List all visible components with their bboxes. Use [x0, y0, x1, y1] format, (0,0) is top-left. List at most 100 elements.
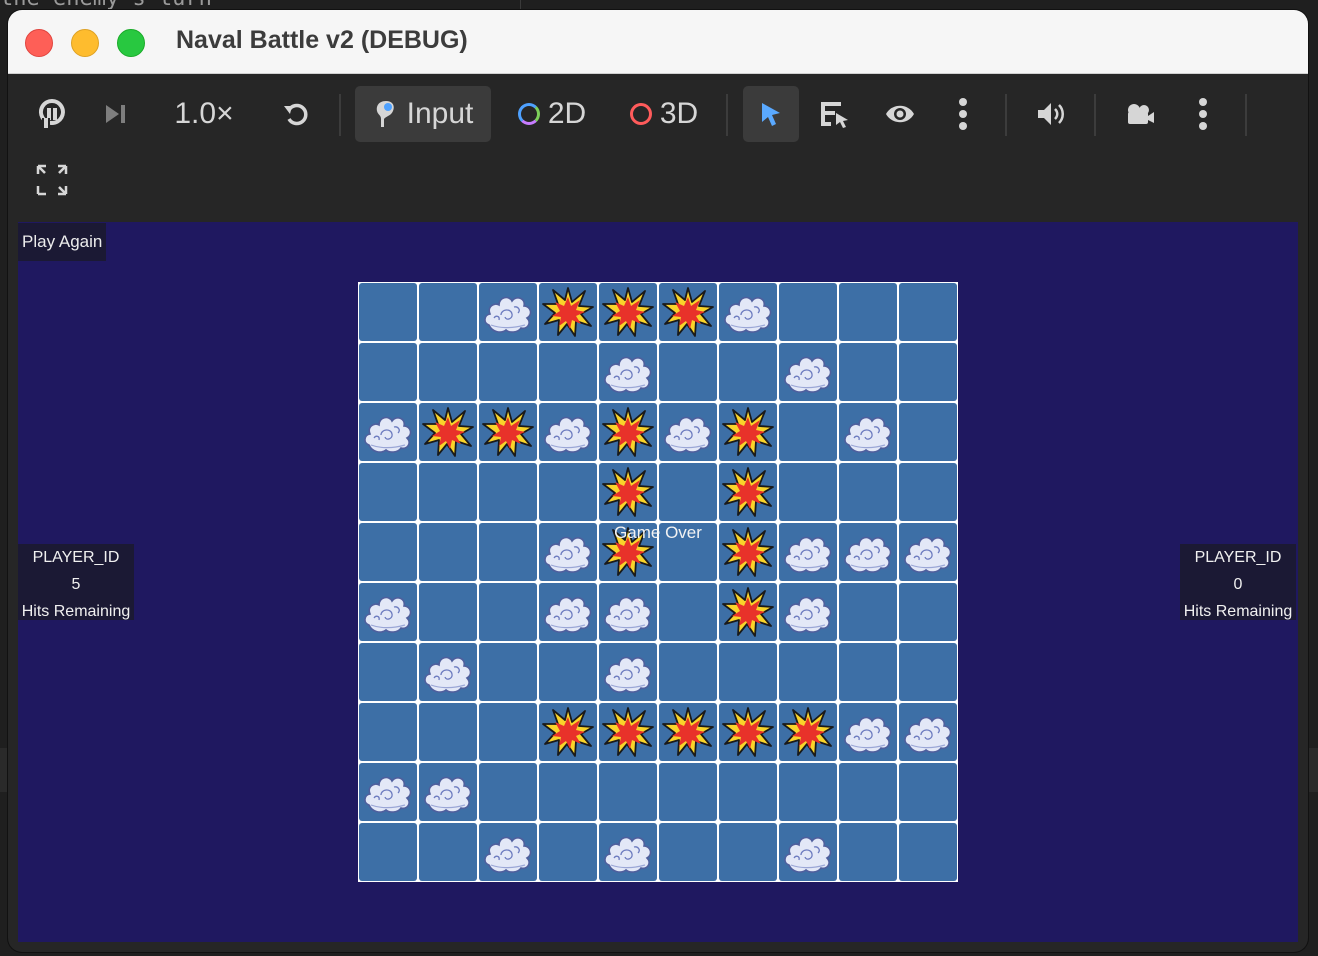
board-cell-r5-c1[interactable]	[419, 583, 477, 641]
board-cell-r2-c9[interactable]	[899, 403, 957, 461]
board-cell-r1-c5[interactable]	[659, 343, 717, 401]
board-cell-r6-c9[interactable]	[899, 643, 957, 701]
board-cell-r8-c7[interactable]	[779, 763, 837, 821]
board-cell-r4-c3[interactable]	[539, 523, 597, 581]
board-cell-r1-c3[interactable]	[539, 343, 597, 401]
board-cell-r2-c8[interactable]	[839, 403, 897, 461]
board-cell-r3-c1[interactable]	[419, 463, 477, 521]
board-cell-r1-c7[interactable]	[779, 343, 837, 401]
board-cell-r2-c3[interactable]	[539, 403, 597, 461]
board-cell-r7-c6[interactable]	[719, 703, 777, 761]
board-cell-r4-c0[interactable]	[359, 523, 417, 581]
board-cell-r8-c3[interactable]	[539, 763, 597, 821]
board-cell-r3-c7[interactable]	[779, 463, 837, 521]
board-cell-r8-c5[interactable]	[659, 763, 717, 821]
board-cell-r4-c6[interactable]	[719, 523, 777, 581]
board-cell-r5-c6[interactable]	[719, 583, 777, 641]
board-cell-r5-c5[interactable]	[659, 583, 717, 641]
board-cell-r6-c2[interactable]	[479, 643, 537, 701]
maximize-window-button[interactable]	[117, 29, 145, 57]
board-cell-r3-c6[interactable]	[719, 463, 777, 521]
board-cell-r4-c5[interactable]	[659, 523, 717, 581]
board-cell-r0-c9[interactable]	[899, 283, 957, 341]
board-cell-r7-c8[interactable]	[839, 703, 897, 761]
board-cell-r2-c6[interactable]	[719, 403, 777, 461]
board-cell-r2-c7[interactable]	[779, 403, 837, 461]
board-cell-r5-c4[interactable]	[599, 583, 657, 641]
board-cell-r2-c5[interactable]	[659, 403, 717, 461]
board-cell-r0-c7[interactable]	[779, 283, 837, 341]
board-cell-r0-c2[interactable]	[479, 283, 537, 341]
board-cell-r8-c2[interactable]	[479, 763, 537, 821]
board-cell-r8-c6[interactable]	[719, 763, 777, 821]
board-cell-r2-c2[interactable]	[479, 403, 537, 461]
board-cell-r6-c4[interactable]	[599, 643, 657, 701]
input-mode-button[interactable]: Input	[355, 86, 491, 142]
mute-audio-button[interactable]	[1028, 86, 1076, 142]
board-cell-r3-c5[interactable]	[659, 463, 717, 521]
board-cell-r6-c6[interactable]	[719, 643, 777, 701]
board-cell-r6-c5[interactable]	[659, 643, 717, 701]
list-select-button[interactable]	[813, 86, 857, 142]
minimize-window-button[interactable]	[71, 29, 99, 57]
board-cell-r1-c1[interactable]	[419, 343, 477, 401]
board-cell-r7-c7[interactable]	[779, 703, 837, 761]
board-cell-r2-c1[interactable]	[419, 403, 477, 461]
board-cell-r1-c6[interactable]	[719, 343, 777, 401]
board-cell-r3-c9[interactable]	[899, 463, 957, 521]
board-cell-r0-c0[interactable]	[359, 283, 417, 341]
board-cell-r6-c0[interactable]	[359, 643, 417, 701]
more-options-button[interactable]	[946, 86, 980, 142]
board-cell-r4-c2[interactable]	[479, 523, 537, 581]
board-cell-r9-c6[interactable]	[719, 823, 777, 881]
board-cell-r8-c0[interactable]	[359, 763, 417, 821]
board-cell-r8-c4[interactable]	[599, 763, 657, 821]
time-scale-button[interactable]: 1.0×	[168, 86, 240, 142]
board-cell-r4-c1[interactable]	[419, 523, 477, 581]
board-cell-r7-c5[interactable]	[659, 703, 717, 761]
board-cell-r7-c0[interactable]	[359, 703, 417, 761]
reset-speed-button[interactable]	[274, 86, 318, 142]
board-cell-r7-c3[interactable]	[539, 703, 597, 761]
board-cell-r1-c9[interactable]	[899, 343, 957, 401]
board-cell-r7-c4[interactable]	[599, 703, 657, 761]
board-cell-r6-c8[interactable]	[839, 643, 897, 701]
board-cell-r1-c4[interactable]	[599, 343, 657, 401]
board-cell-r2-c4[interactable]	[599, 403, 657, 461]
pause-game-button[interactable]	[30, 86, 74, 142]
board-cell-r9-c1[interactable]	[419, 823, 477, 881]
mode-2d-button[interactable]: 2D	[508, 86, 596, 142]
board-cell-r0-c8[interactable]	[839, 283, 897, 341]
board-cell-r8-c9[interactable]	[899, 763, 957, 821]
board-cell-r9-c0[interactable]	[359, 823, 417, 881]
close-window-button[interactable]	[25, 29, 53, 57]
board-cell-r1-c2[interactable]	[479, 343, 537, 401]
board-cell-r0-c1[interactable]	[419, 283, 477, 341]
board-cell-r3-c2[interactable]	[479, 463, 537, 521]
board-cell-r1-c0[interactable]	[359, 343, 417, 401]
board-cell-r3-c0[interactable]	[359, 463, 417, 521]
board-cell-r5-c7[interactable]	[779, 583, 837, 641]
board-cell-r2-c0[interactable]	[359, 403, 417, 461]
board-cell-r8-c1[interactable]	[419, 763, 477, 821]
play-again-button[interactable]: Play Again	[18, 223, 107, 261]
board-cell-r9-c8[interactable]	[839, 823, 897, 881]
board-cell-r0-c4[interactable]	[599, 283, 657, 341]
board-cell-r3-c4[interactable]	[599, 463, 657, 521]
next-frame-button[interactable]	[96, 86, 136, 142]
board-cell-r0-c6[interactable]	[719, 283, 777, 341]
board-cell-r5-c0[interactable]	[359, 583, 417, 641]
board-cell-r7-c2[interactable]	[479, 703, 537, 761]
board-cell-r7-c1[interactable]	[419, 703, 477, 761]
board-cell-r4-c7[interactable]	[779, 523, 837, 581]
board-cell-r3-c3[interactable]	[539, 463, 597, 521]
board-cell-r4-c4[interactable]	[599, 523, 657, 581]
board-cell-r1-c8[interactable]	[839, 343, 897, 401]
mode-3d-button[interactable]: 3D	[620, 86, 708, 142]
board-cell-r0-c3[interactable]	[539, 283, 597, 341]
board-cell-r4-c8[interactable]	[839, 523, 897, 581]
board-cell-r5-c2[interactable]	[479, 583, 537, 641]
board-cell-r4-c9[interactable]	[899, 523, 957, 581]
select-tool-button[interactable]	[743, 86, 799, 142]
board-cell-r9-c3[interactable]	[539, 823, 597, 881]
